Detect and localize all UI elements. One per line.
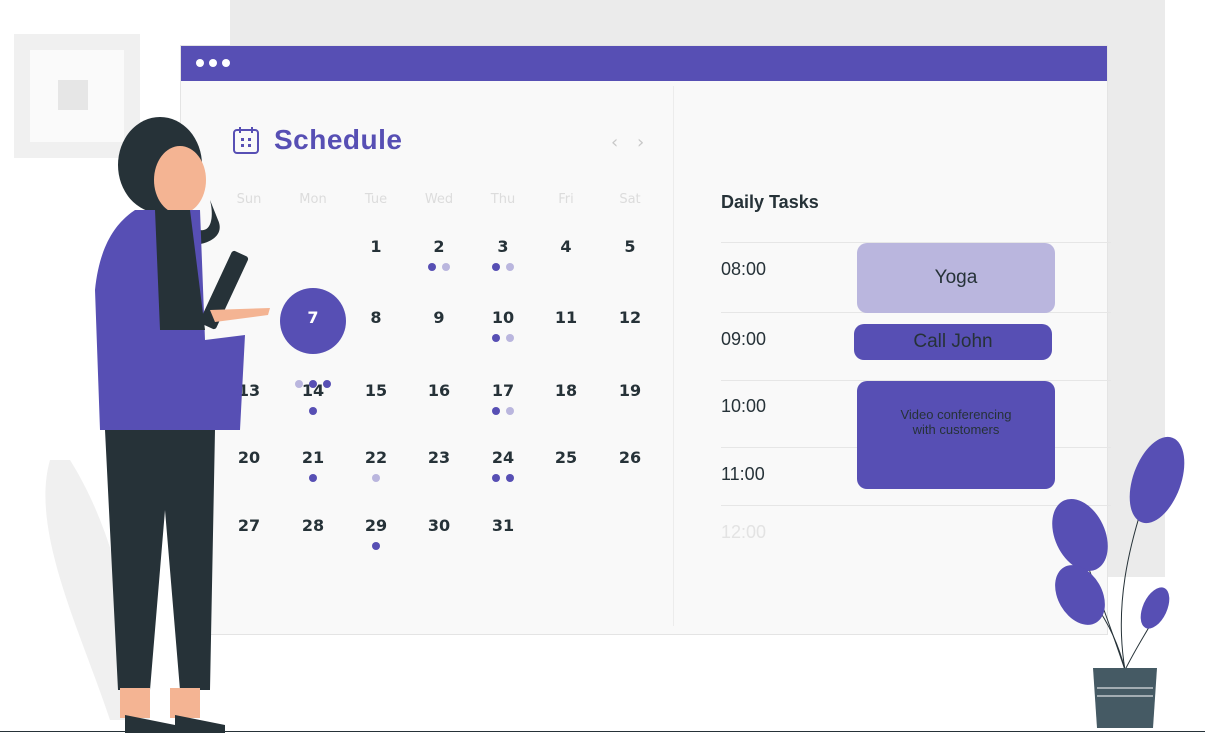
calendar-day[interactable]: 3: [483, 237, 523, 256]
calendar-day[interactable]: 12: [610, 308, 650, 327]
weekday-wed: Wed: [424, 192, 454, 207]
calendar-day[interactable]: 24: [483, 448, 523, 467]
event-dot-dark: [506, 474, 514, 482]
event-dot-dark: [492, 407, 500, 415]
time-label: 09:00: [721, 329, 767, 349]
task-video-conferencing[interactable]: Video conferencing with customers: [857, 381, 1055, 489]
task-yoga[interactable]: Yoga: [857, 243, 1055, 313]
calendar-day[interactable]: 15: [356, 381, 396, 400]
task-call-john[interactable]: Call John: [854, 324, 1052, 360]
calendar-day[interactable]: 22: [356, 448, 396, 467]
woman-illustration: [45, 117, 270, 733]
event-dot-dark: [309, 474, 317, 482]
event-dot-dark: [492, 263, 500, 271]
calendar-day[interactable]: 29: [356, 516, 396, 535]
event-dot-dark: [492, 334, 500, 342]
calendar-day[interactable]: 23: [419, 448, 459, 467]
event-dot-dark: [492, 474, 500, 482]
event-dot-dark: [372, 542, 380, 550]
event-dot-light: [442, 263, 450, 271]
time-label: 10:00: [721, 396, 767, 416]
event-dot-light: [372, 474, 380, 482]
time-label: 08:00: [721, 259, 767, 279]
calendar-day[interactable]: 18: [546, 381, 586, 400]
calendar-day[interactable]: 17: [483, 381, 523, 400]
potted-plant-illustration: [1052, 436, 1185, 728]
calendar-day[interactable]: 2: [419, 237, 459, 256]
window-dot-icon[interactable]: [196, 59, 204, 67]
weekday-fri: Fri: [558, 192, 574, 207]
calendar-day[interactable]: 5: [610, 237, 650, 256]
window-dot-icon[interactable]: [222, 59, 230, 67]
calendar-day[interactable]: 30: [419, 516, 459, 535]
time-label: 11:00: [721, 464, 765, 484]
calendar-day[interactable]: 25: [546, 448, 586, 467]
calendar-day[interactable]: 11: [546, 308, 586, 327]
floor-line: [0, 731, 1205, 732]
next-month-button[interactable]: ›: [637, 132, 644, 153]
prev-month-button[interactable]: ‹: [611, 132, 618, 153]
event-dot-light: [506, 407, 514, 415]
calendar-day[interactable]: 10: [483, 308, 523, 327]
calendar-day[interactable]: 16: [419, 381, 459, 400]
weekday-thu: Thu: [490, 192, 516, 207]
calendar-day[interactable]: 4: [546, 237, 586, 256]
weekday-sat: Sat: [619, 192, 641, 207]
calendar-day[interactable]: 8: [356, 308, 396, 327]
calendar-day[interactable]: 26: [610, 448, 650, 467]
app-window: Schedule ‹ › Sun Mon Tue Wed Thu Fri Sat 1 2 3 4 5 7…: [180, 45, 1111, 635]
time-label: 12:00: [721, 522, 767, 542]
calendar-day[interactable]: 31: [483, 516, 523, 535]
panel-divider: [673, 86, 674, 626]
event-dot-dark: [309, 407, 317, 415]
event-dot-dark: [428, 263, 436, 271]
calendar-day[interactable]: 9: [419, 308, 459, 327]
calendar-day[interactable]: 1: [356, 237, 396, 256]
event-dot-light: [506, 334, 514, 342]
title-bar: [181, 46, 1107, 81]
window-dot-icon[interactable]: [209, 59, 217, 67]
daily-tasks-title: Daily Tasks: [721, 192, 819, 212]
event-dot-light: [506, 263, 514, 271]
weekday-tue: Tue: [364, 192, 388, 207]
calendar-day[interactable]: 19: [610, 381, 650, 400]
